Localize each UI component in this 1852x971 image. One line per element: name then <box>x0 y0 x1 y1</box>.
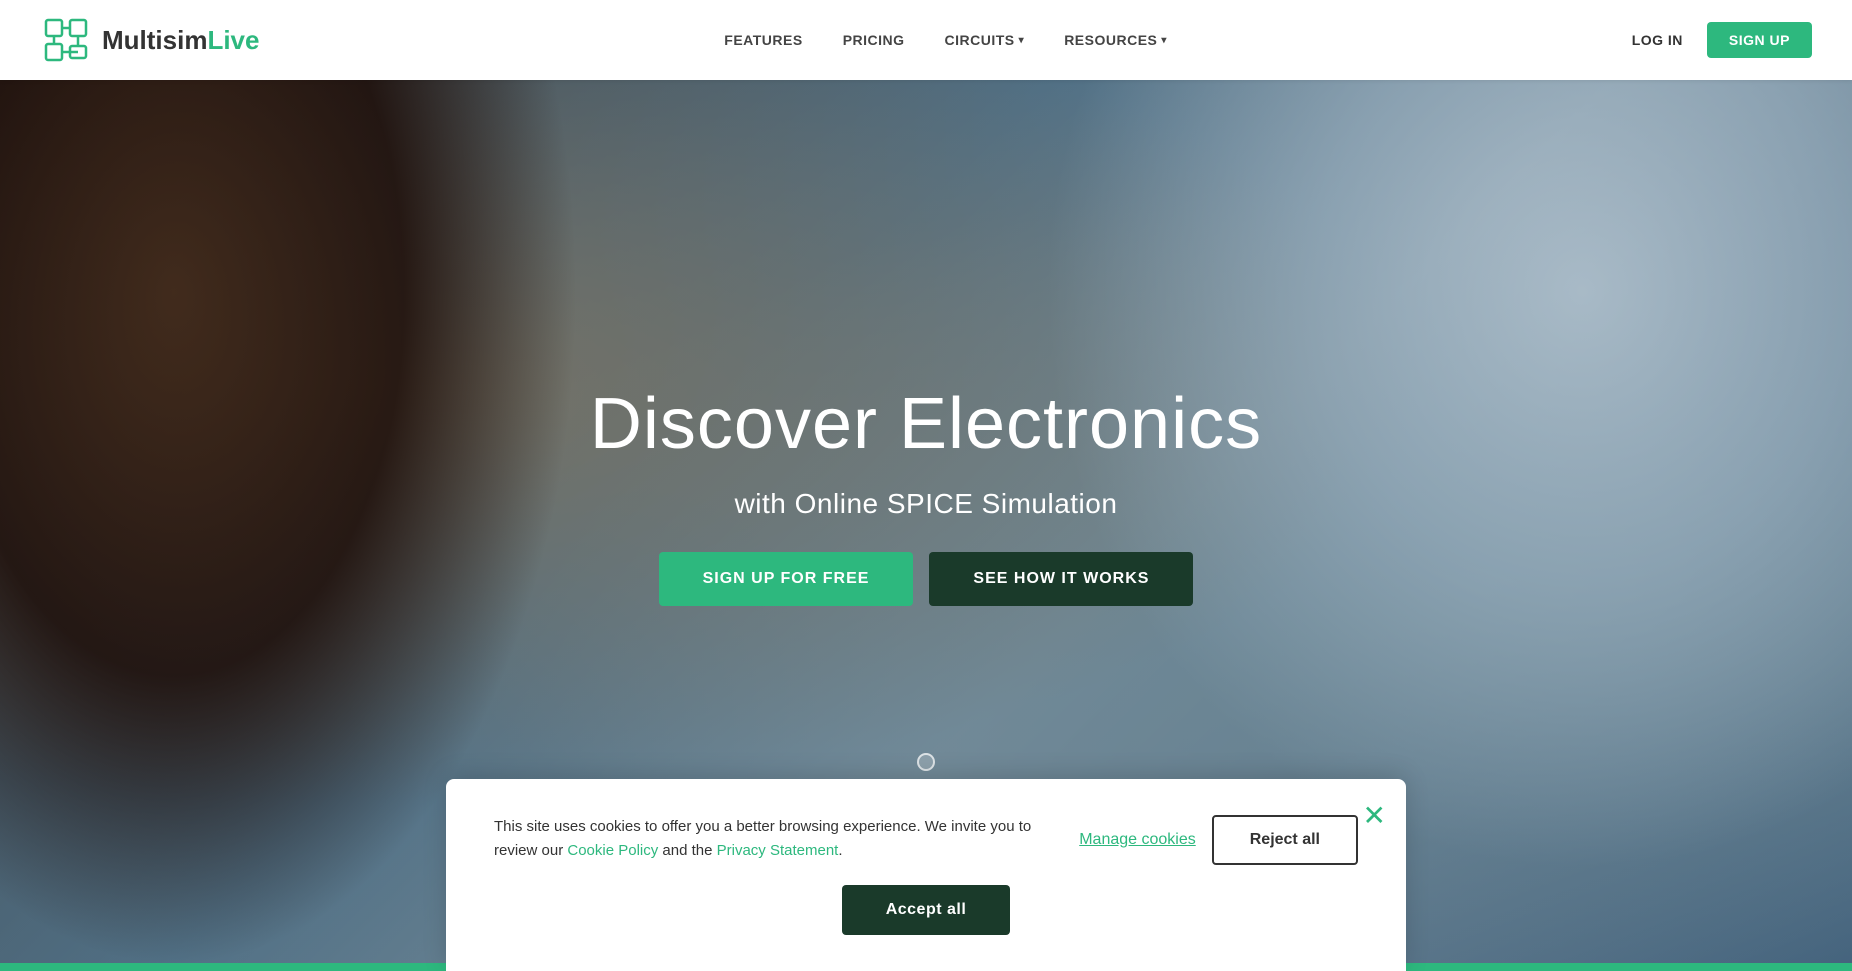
hero-signup-button[interactable]: SIGN UP FOR FREE <box>659 552 914 606</box>
cookie-close-button[interactable]: ✕ <box>1363 799 1386 832</box>
scroll-dot <box>917 753 935 771</box>
cookie-accept-row: Accept all <box>494 885 1358 935</box>
manage-cookies-button[interactable]: Manage cookies <box>1079 831 1196 849</box>
accept-all-button[interactable]: Accept all <box>842 885 1011 935</box>
logo-icon <box>40 14 92 66</box>
navbar-auth: LOG IN SIGN UP <box>1632 22 1812 58</box>
privacy-statement-link[interactable]: Privacy Statement <box>717 842 839 859</box>
cookie-banner: ✕ This site uses cookies to offer you a … <box>446 779 1406 971</box>
hero-see-how-button[interactable]: SEE HOW IT WORKS <box>929 552 1193 606</box>
brand-name: MultisimLive <box>102 25 259 56</box>
hero-subtitle: with Online SPICE Simulation <box>735 488 1118 520</box>
cookie-policy-link[interactable]: Cookie Policy <box>567 842 658 859</box>
nav-resources[interactable]: RESOURCES ▾ <box>1064 32 1167 48</box>
cookie-top-row: This site uses cookies to offer you a be… <box>494 815 1358 865</box>
hero-cta-buttons: SIGN UP FOR FREE SEE HOW IT WORKS <box>659 552 1194 606</box>
signup-button[interactable]: SIGN UP <box>1707 22 1812 58</box>
resources-arrow-icon: ▾ <box>1161 35 1167 46</box>
reject-all-button[interactable]: Reject all <box>1212 815 1358 865</box>
login-button[interactable]: LOG IN <box>1632 32 1683 48</box>
scroll-indicator <box>917 753 935 771</box>
hero-title: Discover Electronics <box>590 385 1262 464</box>
cookie-message: This site uses cookies to offer you a be… <box>494 815 1039 863</box>
nav-pricing[interactable]: PRICING <box>843 32 905 48</box>
navbar: MultisimLive FEATURES PRICING CIRCUITS ▾… <box>0 0 1852 80</box>
nav-features[interactable]: FEATURES <box>724 32 802 48</box>
nav-circuits[interactable]: CIRCUITS ▾ <box>945 32 1025 48</box>
cookie-top-buttons: Manage cookies Reject all <box>1079 815 1358 865</box>
hero-content: Discover Electronics with Online SPICE S… <box>590 385 1262 606</box>
navbar-links: FEATURES PRICING CIRCUITS ▾ RESOURCES ▾ <box>724 32 1167 48</box>
navbar-logo-area: MultisimLive <box>40 14 259 66</box>
circuits-arrow-icon: ▾ <box>1019 35 1025 46</box>
